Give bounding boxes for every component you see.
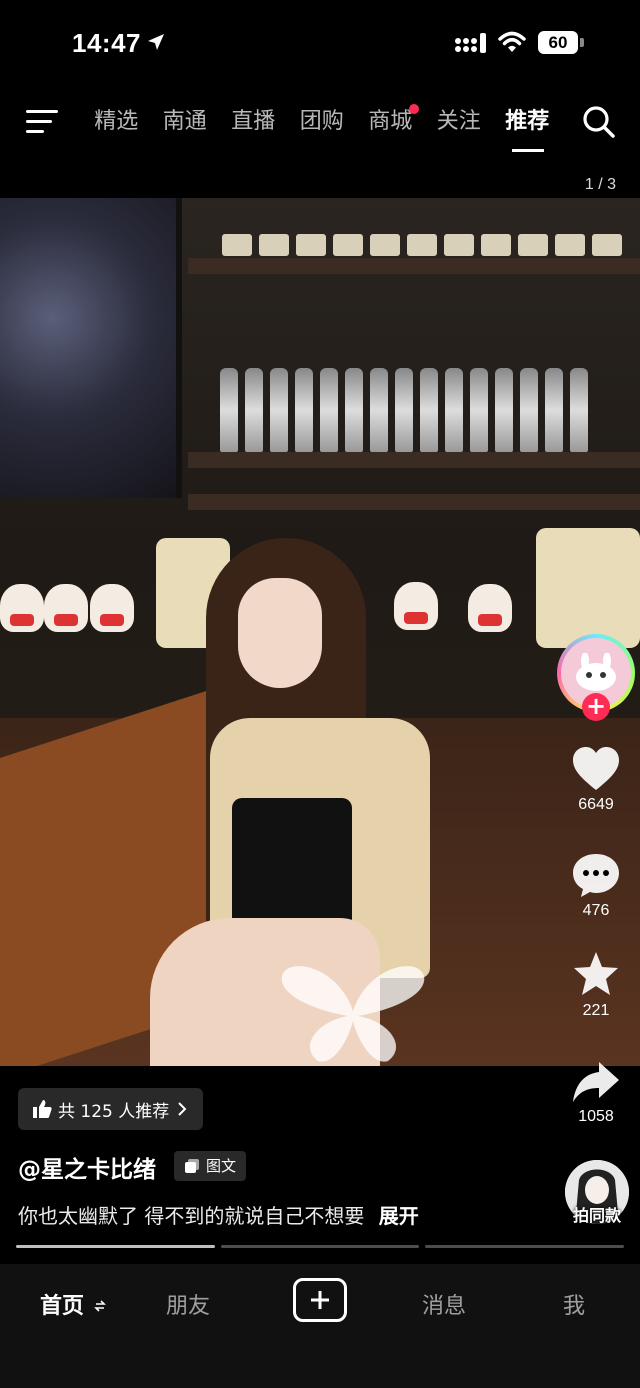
post-type-badge: 图文 [174, 1151, 247, 1181]
progress-bar-segment [220, 1245, 420, 1248]
tab-featured[interactable]: 精选 [82, 100, 151, 144]
same-style-label: 拍同款 [572, 1206, 621, 1225]
comment-icon [573, 854, 619, 897]
image-progress-bars [16, 1245, 625, 1248]
recommend-count-text: 共 125 人推荐 [58, 1101, 170, 1122]
like-button[interactable]: 6649 [556, 746, 636, 814]
tab-mall-label: 商城 [368, 109, 413, 134]
tab-recommended[interactable]: 推荐 [493, 100, 562, 152]
bunny-avatar-icon [576, 653, 616, 691]
share-arrow-icon [573, 1062, 619, 1102]
heart-icon [573, 747, 619, 790]
lucky-cat [394, 582, 438, 630]
active-tab-indicator [512, 149, 544, 152]
tab-live[interactable]: 直播 [219, 100, 288, 144]
tab-local[interactable]: 南通 [151, 100, 220, 144]
author-name[interactable]: @星之卡比绪 [18, 1150, 156, 1184]
comment-button[interactable]: 476 [556, 852, 636, 920]
lucky-cat [44, 584, 88, 632]
tab-friends[interactable]: 朋友 [166, 1288, 210, 1320]
battery-tip [580, 38, 584, 47]
tab-following[interactable]: 关注 [425, 100, 494, 144]
progress-bar-segment [16, 1245, 215, 1248]
sake-barrel-right [536, 528, 640, 648]
tab-home-label: 首页 [40, 1294, 85, 1319]
lucky-cat [468, 584, 512, 632]
chevron-right-icon [178, 1102, 187, 1116]
favorite-count: 221 [582, 1002, 610, 1019]
follow-button[interactable]: + [582, 693, 610, 721]
shelf-middle [188, 452, 640, 468]
tab-recommended-label: 推荐 [505, 109, 550, 134]
tab-group-buy[interactable]: 团购 [288, 100, 357, 144]
nav-tabs: 精选 南通 直播 团购 商城 关注 推荐 [82, 100, 562, 152]
post-photo[interactable] [0, 198, 640, 1066]
notification-dot [408, 104, 419, 114]
tab-mall[interactable]: 商城 [356, 100, 425, 144]
image-post-icon [185, 1159, 199, 1173]
bottom-tab-bar: 首页 朋友 消息 我 [0, 1264, 640, 1388]
share-button[interactable]: 1058 [556, 1060, 636, 1126]
top-nav: 精选 南通 直播 团购 商城 关注 推荐 [0, 96, 640, 156]
post-type-label: 图文 [206, 1157, 237, 1175]
comment-count: 476 [582, 902, 610, 919]
thumbs-up-icon [33, 1100, 52, 1118]
location-arrow-icon [148, 34, 164, 50]
star-icon [574, 952, 618, 995]
progress-bar-segment [425, 1245, 625, 1248]
shelf-bottom [188, 494, 640, 510]
search-icon[interactable] [582, 105, 616, 139]
tab-home[interactable]: 首页 [40, 1288, 106, 1320]
lucky-cat [90, 584, 134, 632]
jar-row [222, 234, 622, 256]
image-page-counter: 1 / 3 [584, 176, 616, 193]
status-time: 14:47 [72, 28, 141, 58]
swap-arrows-icon [93, 1300, 106, 1312]
expand-caption-button[interactable]: 展开 [379, 1204, 419, 1228]
battery-indicator: 60 [538, 31, 578, 54]
post-caption: 你也太幽默了 得不到的就说自己不想要 展开 [18, 1200, 419, 1229]
lucky-cat [0, 584, 44, 632]
recommend-pill[interactable]: 共 125 人推荐 [18, 1088, 204, 1130]
tab-me[interactable]: 我 [563, 1288, 585, 1320]
tab-messages[interactable]: 消息 [422, 1288, 466, 1320]
menu-icon[interactable] [26, 110, 58, 134]
shelf-top [188, 258, 640, 274]
status-bar: 14:47 60 [0, 0, 640, 86]
cellular-signal-icon [455, 33, 486, 53]
favorite-button[interactable]: 221 [556, 950, 636, 1020]
butterfly-sticker-icon [281, 966, 425, 1062]
person-face [238, 578, 322, 688]
background-screen [0, 198, 182, 498]
caption-text: 你也太幽默了 得不到的就说自己不想要 [18, 1204, 365, 1228]
like-count: 6649 [578, 796, 614, 813]
wifi-icon [498, 31, 526, 52]
create-post-button[interactable] [293, 1278, 347, 1322]
plus-icon [311, 1291, 329, 1309]
share-count: 1058 [578, 1108, 614, 1125]
bottle-row [220, 368, 588, 452]
same-style-button[interactable]: 拍同款 [562, 1160, 632, 1225]
